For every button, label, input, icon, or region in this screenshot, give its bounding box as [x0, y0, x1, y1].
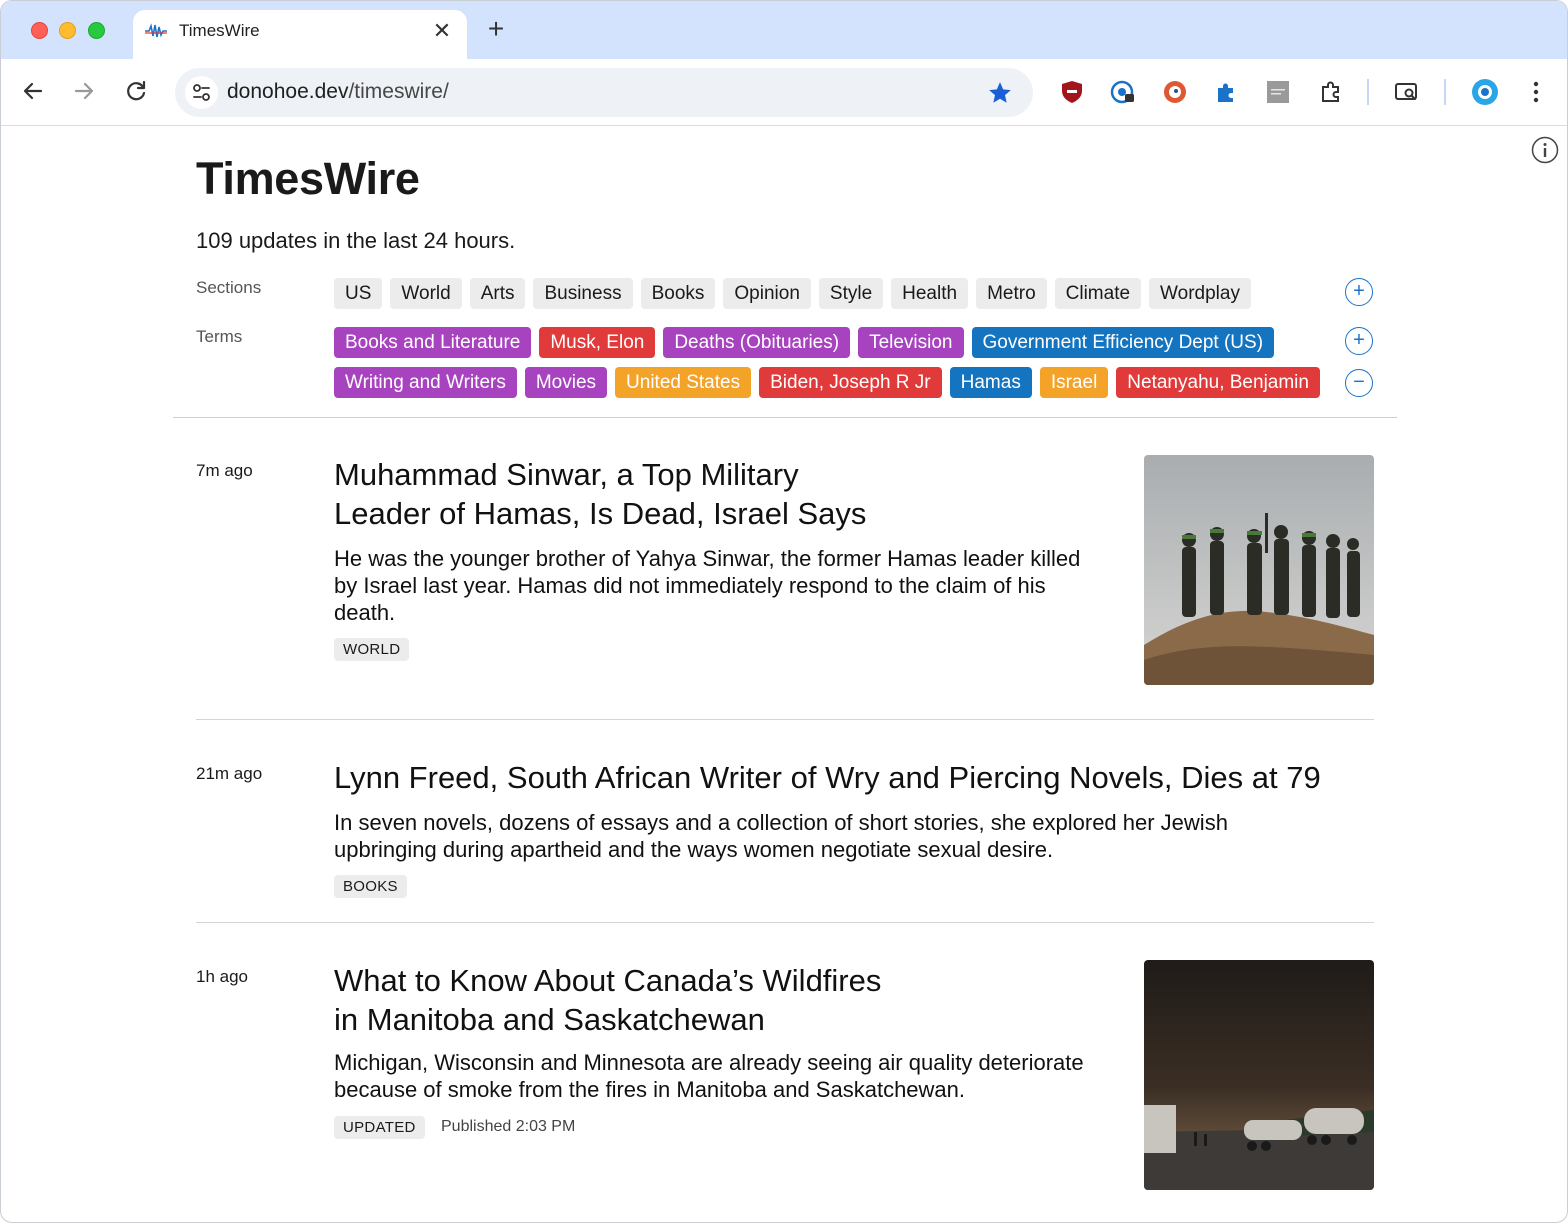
summary-line: upbringing during apartheid and the ways…: [334, 837, 1054, 862]
add-section-button[interactable]: +: [1345, 278, 1373, 306]
tab-strip: TimesWire ✕ +: [1, 1, 1567, 59]
remove-term-button[interactable]: −: [1345, 369, 1373, 397]
terms-chip-row: Writing and Writers Movies United States Bi…: [334, 367, 1320, 398]
section-chip[interactable]: Metro: [976, 278, 1047, 309]
article-item[interactable]: 1h ago What to Know About Canada’s Wildf…: [196, 959, 1374, 1199]
sections-label: Sections: [196, 278, 262, 297]
page-title: TimesWire: [196, 153, 420, 204]
published-time: Published 2:03 PM: [441, 1118, 576, 1135]
tab-search-icon[interactable]: [1394, 79, 1420, 105]
term-chip[interactable]: Netanyahu, Benjamin: [1116, 367, 1320, 398]
url-host: donohoe.dev: [227, 80, 349, 103]
article-divider: [196, 922, 1374, 923]
article-headline[interactable]: What to Know About Canada’s Wildfires in…: [334, 961, 881, 1039]
section-chip[interactable]: World: [390, 278, 462, 309]
headline-line: Muhammad Sinwar, a Top Military: [334, 457, 799, 492]
summary-line: death.: [334, 600, 396, 625]
section-chip[interactable]: Opinion: [723, 278, 811, 309]
headline-line: Lynn Freed, South African Writer of Wry …: [334, 760, 1321, 795]
toolbar-divider: [1444, 79, 1446, 105]
article-time: 21m ago: [196, 764, 263, 783]
timeswire-favicon-icon: [145, 23, 167, 38]
section-chip[interactable]: Arts: [469, 278, 526, 309]
tune-icon: [193, 84, 210, 101]
term-chip[interactable]: Movies: [524, 367, 608, 398]
term-chip[interactable]: Television: [858, 327, 964, 358]
term-chip[interactable]: Musk, Elon: [539, 327, 656, 358]
add-term-button[interactable]: +: [1345, 327, 1373, 355]
tab-close-icon[interactable]: ✕: [431, 17, 453, 45]
section-chip[interactable]: Books: [640, 278, 716, 309]
term-chip[interactable]: Writing and Writers: [334, 367, 517, 398]
term-chip[interactable]: Government Efficiency Dept (US): [971, 327, 1275, 358]
article-summary: He was the younger brother of Yahya Sinw…: [334, 545, 1080, 626]
article-item[interactable]: 7m ago Muhammad Sinwar, a Top Military L…: [196, 453, 1374, 693]
headline-line: Leader of Hamas, Is Dead, Israel Says: [334, 496, 867, 531]
term-chip[interactable]: Israel: [1039, 367, 1109, 398]
browser-window: TimesWire ✕ + donohoe.dev/timeswire/ Tim…: [0, 0, 1568, 1223]
section-chip[interactable]: US: [334, 278, 383, 309]
tab-title: TimesWire: [179, 21, 260, 40]
extensions-menu-icon[interactable]: [1318, 79, 1344, 105]
address-bar[interactable]: donohoe.dev/timeswire/: [175, 68, 1033, 117]
section-chip[interactable]: Wordplay: [1149, 278, 1251, 309]
section-tag[interactable]: WORLD: [334, 638, 410, 661]
page-content: TimesWire 109 updates in the last 24 hou…: [1, 127, 1567, 1222]
article-summary: In seven novels, dozens of essays and a …: [334, 809, 1228, 863]
summary-line: by Israel last year. Hamas did not immed…: [334, 573, 1046, 598]
toolbar-divider: [1367, 79, 1369, 105]
reload-icon[interactable]: [120, 75, 152, 107]
sections-chip-row: US World Arts Business Books Opinion Style Heal…: [334, 278, 1251, 309]
article-time: 1h ago: [196, 967, 248, 986]
new-tab-button[interactable]: +: [481, 14, 511, 44]
filters-divider: [173, 417, 1397, 418]
duckduckgo-extension-icon[interactable]: [1162, 79, 1188, 105]
article-image-wildfire[interactable]: [1144, 960, 1374, 1190]
profile-avatar-icon[interactable]: [1471, 78, 1499, 106]
summary-line: In seven novels, dozens of essays and a …: [334, 810, 1228, 835]
terms-chip-row: Books and Literature Musk, Elon Deaths (Ob…: [334, 327, 1275, 358]
shield-extension-icon[interactable]: [1059, 79, 1085, 105]
article-headline[interactable]: Muhammad Sinwar, a Top Military Leader o…: [334, 455, 866, 533]
section-chip[interactable]: Climate: [1054, 278, 1142, 309]
puzzle-extension-icon[interactable]: [1213, 79, 1239, 105]
headline-line: What to Know About Canada’s Wildfires: [334, 963, 882, 998]
password-manager-extension-icon[interactable]: [1110, 79, 1136, 105]
zoom-window-button[interactable]: [88, 22, 105, 39]
rest-of-world-extension-icon[interactable]: [1265, 79, 1291, 105]
section-chip[interactable]: Style: [818, 278, 884, 309]
headline-line: in Manitoba and Saskatchewan: [334, 1002, 765, 1037]
browser-toolbar: donohoe.dev/timeswire/: [1, 59, 1567, 126]
article-summary: Michigan, Wisconsin and Minnesota are al…: [334, 1049, 1084, 1103]
status-tag[interactable]: UPDATED: [334, 1116, 425, 1139]
url-path: /timeswire/: [348, 80, 449, 103]
bookmark-star-icon[interactable]: [987, 80, 1013, 106]
forward-arrow-icon[interactable]: [68, 75, 100, 107]
terms-label: Terms: [196, 327, 243, 346]
term-chip[interactable]: United States: [615, 367, 752, 398]
term-chip[interactable]: Deaths (Obituaries): [663, 327, 851, 358]
summary-line: Michigan, Wisconsin and Minnesota are al…: [334, 1050, 1084, 1075]
term-chip[interactable]: Biden, Joseph R Jr: [759, 367, 942, 398]
browser-tab[interactable]: TimesWire ✕: [133, 10, 467, 59]
minimize-window-button[interactable]: [59, 22, 76, 39]
back-arrow-icon[interactable]: [17, 75, 49, 107]
url-text[interactable]: donohoe.dev/timeswire/: [227, 80, 449, 104]
article-time: 7m ago: [196, 461, 253, 480]
updates-count: 109 updates in the last 24 hours.: [196, 228, 516, 253]
section-chip[interactable]: Health: [891, 278, 969, 309]
summary-line: because of smoke from the fires in Manit…: [334, 1077, 966, 1102]
summary-line: He was the younger brother of Yahya Sinw…: [334, 546, 1081, 571]
term-chip[interactable]: Books and Literature: [334, 327, 532, 358]
article-headline[interactable]: Lynn Freed, South African Writer of Wry …: [334, 758, 1321, 797]
more-menu-icon[interactable]: [1523, 79, 1549, 105]
section-tag[interactable]: BOOKS: [334, 875, 407, 898]
site-info-button[interactable]: [185, 76, 218, 109]
article-item[interactable]: 21m ago Lynn Freed, South African Writer…: [196, 756, 1374, 916]
close-window-button[interactable]: [31, 22, 48, 39]
article-divider: [196, 719, 1374, 720]
article-image-soldiers[interactable]: [1144, 455, 1374, 685]
section-chip[interactable]: Business: [533, 278, 633, 309]
term-chip[interactable]: Hamas: [949, 367, 1032, 398]
